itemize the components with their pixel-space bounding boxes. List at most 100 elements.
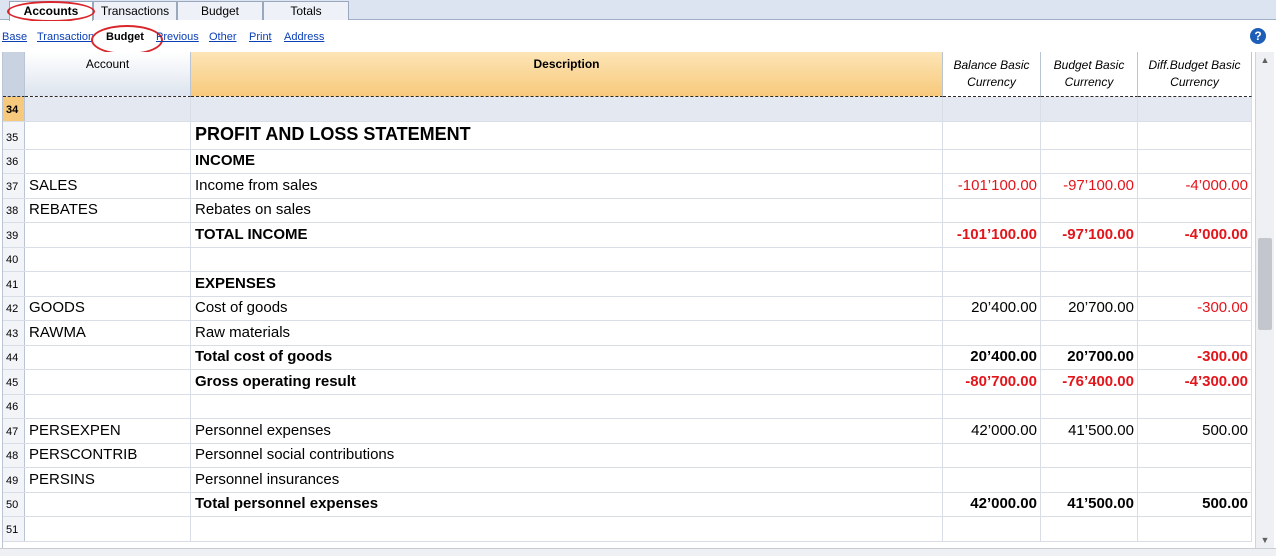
tab-transactions[interactable]: Transactions bbox=[93, 1, 177, 20]
budget-cell[interactable] bbox=[1041, 468, 1138, 492]
balance-cell[interactable]: -101’100.00 bbox=[943, 174, 1041, 198]
row-number[interactable]: 40 bbox=[3, 247, 25, 271]
table-row[interactable]: 41 EXPENSES bbox=[3, 272, 1252, 297]
diff-cell[interactable] bbox=[1138, 149, 1252, 173]
table-row[interactable]: 37 SALES Income from sales -101’100.00 -97’1… bbox=[3, 174, 1252, 199]
table-row[interactable]: 50 Total personnel expenses 42’000.00 41’50… bbox=[3, 492, 1252, 517]
balance-cell[interactable] bbox=[943, 247, 1041, 271]
budget-cell[interactable] bbox=[1041, 443, 1138, 467]
tab-budget[interactable]: Budget bbox=[177, 1, 263, 20]
scroll-thumb[interactable] bbox=[1258, 238, 1272, 330]
diff-cell[interactable]: -300.00 bbox=[1138, 296, 1252, 320]
table-row[interactable]: 34 bbox=[3, 97, 1252, 122]
table-row[interactable]: 48 PERSCONTRIB Personnel social contributi… bbox=[3, 443, 1252, 468]
view-print-link[interactable]: Print bbox=[249, 31, 272, 43]
table-row[interactable]: 40 bbox=[3, 247, 1252, 272]
description-cell[interactable]: Total cost of goods bbox=[191, 345, 943, 369]
table-row[interactable]: 45 Gross operating result -80’700.00 -76’40… bbox=[3, 370, 1252, 395]
budget-cell[interactable]: -76’400.00 bbox=[1041, 370, 1138, 394]
table-row[interactable]: 35 PROFIT AND LOSS STATEMENT bbox=[3, 121, 1252, 150]
diff-cell[interactable] bbox=[1138, 394, 1252, 418]
view-address-link[interactable]: Address bbox=[284, 31, 324, 43]
row-number[interactable]: 34 bbox=[3, 97, 25, 121]
table-row[interactable]: 46 bbox=[3, 394, 1252, 419]
description-cell[interactable]: PROFIT AND LOSS STATEMENT bbox=[191, 121, 943, 149]
view-previous-link[interactable]: Previous bbox=[156, 31, 199, 43]
budget-cell[interactable]: 41’500.00 bbox=[1041, 419, 1138, 443]
row-number[interactable]: 42 bbox=[3, 296, 25, 320]
diff-cell[interactable] bbox=[1138, 443, 1252, 467]
account-cell[interactable]: SALES bbox=[25, 174, 191, 198]
account-cell[interactable] bbox=[25, 517, 191, 541]
account-cell[interactable]: PERSCONTRIB bbox=[25, 443, 191, 467]
budget-cell[interactable]: 20’700.00 bbox=[1041, 345, 1138, 369]
budget-cell[interactable] bbox=[1041, 321, 1138, 345]
budget-cell[interactable] bbox=[1041, 97, 1138, 121]
view-transaction-link[interactable]: Transaction bbox=[37, 31, 94, 43]
row-number[interactable]: 47 bbox=[3, 419, 25, 443]
budget-cell[interactable]: 20’700.00 bbox=[1041, 296, 1138, 320]
account-cell[interactable]: GOODS bbox=[25, 296, 191, 320]
diff-cell[interactable]: 500.00 bbox=[1138, 492, 1252, 516]
diff-cell[interactable] bbox=[1138, 272, 1252, 296]
row-number[interactable]: 51 bbox=[3, 517, 25, 541]
balance-cell[interactable] bbox=[943, 517, 1041, 541]
account-cell[interactable] bbox=[25, 247, 191, 271]
balance-cell[interactable] bbox=[943, 97, 1041, 121]
budget-cell[interactable]: -97’100.00 bbox=[1041, 174, 1138, 198]
balance-cell[interactable]: 42’000.00 bbox=[943, 492, 1041, 516]
account-cell[interactable] bbox=[25, 121, 191, 149]
description-cell[interactable] bbox=[191, 394, 943, 418]
account-column-header[interactable]: Account bbox=[25, 52, 191, 97]
row-number[interactable]: 48 bbox=[3, 443, 25, 467]
account-cell[interactable] bbox=[25, 149, 191, 173]
table-row[interactable]: 38 REBATES Rebates on sales bbox=[3, 198, 1252, 223]
account-cell[interactable] bbox=[25, 394, 191, 418]
diff-cell[interactable]: -4’300.00 bbox=[1138, 370, 1252, 394]
row-number[interactable]: 35 bbox=[3, 121, 25, 149]
table-row[interactable]: 51 bbox=[3, 517, 1252, 542]
tab-totals[interactable]: Totals bbox=[263, 1, 349, 20]
diff-cell[interactable]: -4’000.00 bbox=[1138, 174, 1252, 198]
diff-column-header[interactable]: Diff.Budget Basic Currency bbox=[1138, 52, 1252, 97]
table-row[interactable]: 47 PERSEXPEN Personnel expenses 42’000.00 41… bbox=[3, 419, 1252, 444]
balance-cell[interactable]: -80’700.00 bbox=[943, 370, 1041, 394]
balance-cell[interactable] bbox=[943, 468, 1041, 492]
description-cell[interactable]: TOTAL INCOME bbox=[191, 223, 943, 247]
balance-cell[interactable] bbox=[943, 321, 1041, 345]
balance-cell[interactable]: 20’400.00 bbox=[943, 345, 1041, 369]
diff-cell[interactable] bbox=[1138, 517, 1252, 541]
description-cell[interactable]: Rebates on sales bbox=[191, 198, 943, 222]
description-cell[interactable]: Personnel social contributions bbox=[191, 443, 943, 467]
budget-cell[interactable] bbox=[1041, 121, 1138, 149]
account-cell[interactable] bbox=[25, 492, 191, 516]
description-cell[interactable]: Cost of goods bbox=[191, 296, 943, 320]
balance-column-header[interactable]: Balance Basic Currency bbox=[943, 52, 1041, 97]
view-base-link[interactable]: Base bbox=[2, 31, 27, 43]
scroll-up-icon[interactable]: ▲ bbox=[1256, 52, 1274, 68]
row-number[interactable]: 41 bbox=[3, 272, 25, 296]
description-cell[interactable] bbox=[191, 517, 943, 541]
balance-cell[interactable] bbox=[943, 149, 1041, 173]
diff-cell[interactable]: -300.00 bbox=[1138, 345, 1252, 369]
help-icon[interactable]: ? bbox=[1250, 28, 1266, 44]
row-number[interactable]: 39 bbox=[3, 223, 25, 247]
table-row[interactable]: 42 GOODS Cost of goods 20’400.00 20’700.00 -3… bbox=[3, 296, 1252, 321]
description-cell[interactable]: Personnel insurances bbox=[191, 468, 943, 492]
diff-cell[interactable] bbox=[1138, 247, 1252, 271]
diff-cell[interactable] bbox=[1138, 121, 1252, 149]
description-cell[interactable]: Personnel expenses bbox=[191, 419, 943, 443]
description-cell[interactable] bbox=[191, 97, 943, 121]
budget-cell[interactable] bbox=[1041, 394, 1138, 418]
row-number[interactable]: 44 bbox=[3, 345, 25, 369]
tab-accounts[interactable]: Accounts bbox=[9, 1, 93, 21]
description-cell[interactable]: INCOME bbox=[191, 149, 943, 173]
budget-cell[interactable]: 41’500.00 bbox=[1041, 492, 1138, 516]
description-cell[interactable] bbox=[191, 247, 943, 271]
description-cell[interactable]: Total personnel expenses bbox=[191, 492, 943, 516]
budget-cell[interactable] bbox=[1041, 198, 1138, 222]
view-other-link[interactable]: Other bbox=[209, 31, 237, 43]
budget-cell[interactable] bbox=[1041, 517, 1138, 541]
account-cell[interactable] bbox=[25, 97, 191, 121]
description-column-header[interactable]: Description bbox=[191, 52, 943, 97]
